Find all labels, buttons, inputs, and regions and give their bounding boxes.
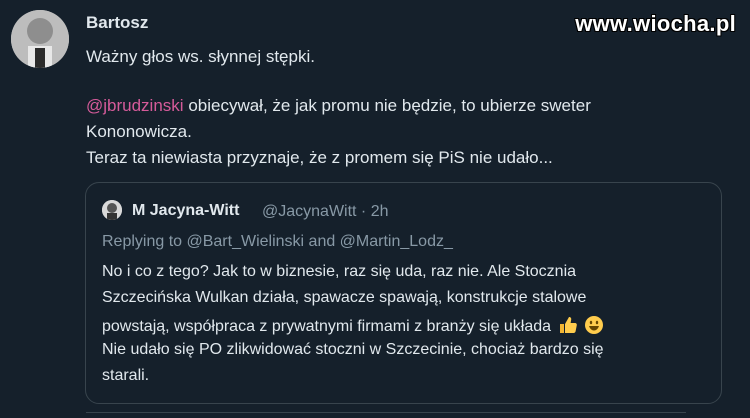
tweet-text-line: Kononowicza.	[86, 122, 192, 141]
quoted-text-line: Szczecińska Wulkan działa, spawacze spaw…	[102, 289, 587, 306]
quoted-author-name[interactable]: M Jacyna-Witt	[132, 202, 239, 220]
quoted-handle-time[interactable]: @JacynaWitt · 2h	[262, 203, 389, 221]
watermark: www.wiocha.pl	[575, 11, 736, 36]
quoted-text-line: No i co z tego? Jak to w biznesie, raz s…	[102, 263, 577, 280]
author-name[interactable]: Bartosz	[86, 13, 148, 33]
mention-link[interactable]: @jbrudzinski	[86, 96, 184, 115]
quoted-author-avatar[interactable]	[102, 200, 122, 220]
quoted-text-segment: powstają, współpraca z prywatnymi firmam…	[102, 318, 552, 335]
smiley-icon	[584, 315, 604, 335]
author-avatar[interactable]	[11, 10, 69, 68]
quoted-text-line: Nie udało się PO zlikwidować stoczni w S…	[102, 341, 604, 358]
quoted-text-line: powstają, współpraca z prywatnymi firmam…	[102, 315, 604, 336]
quoted-tweet[interactable]: M Jacyna-Witt @JacynaWitt · 2h Replying …	[85, 182, 722, 404]
tweet-text-line: Ważny głos ws. słynnej stępki.	[86, 47, 315, 66]
replying-to-text[interactable]: Replying to @Bart_Wielinski and @Martin_…	[102, 233, 453, 251]
tweet[interactable]: Bartosz www.wiocha.pl Ważny głos ws. sły…	[0, 0, 750, 418]
quoted-text-line: starali.	[102, 367, 150, 384]
tweet-text-line: Teraz ta niewiasta przyznaje, że z prome…	[86, 148, 553, 167]
tweet-text-line: @jbrudzinski obiecywał, że jak promu nie…	[86, 96, 591, 116]
divider	[86, 412, 686, 418]
thumbs-up-icon	[558, 315, 578, 335]
tweet-text-segment: obiecywał, że jak promu nie będzie, to u…	[188, 96, 591, 115]
